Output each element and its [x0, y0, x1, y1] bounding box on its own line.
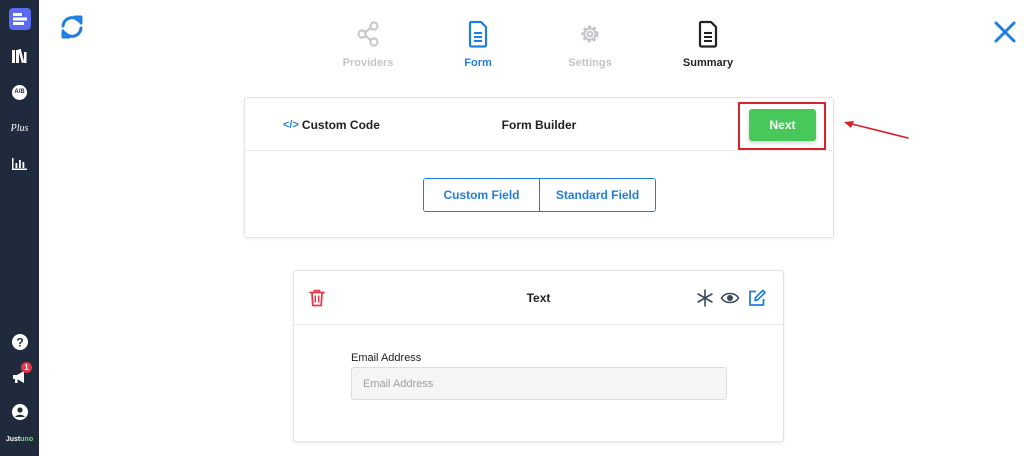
asterisk-icon[interactable]	[695, 288, 715, 308]
brand-logo: Justuno	[5, 436, 34, 443]
share-icon	[357, 21, 379, 47]
svg-text:?: ?	[16, 336, 23, 350]
app-root: A/B Plus ? 1 Justuno Providers Form Sett…	[0, 0, 1024, 456]
field-type-toggle: Custom Field Standard Field	[423, 178, 656, 212]
step-settings[interactable]: Settings	[540, 20, 640, 69]
sidebar-item-account[interactable]	[0, 399, 39, 425]
step-label: Providers	[342, 57, 394, 69]
notification-badge: 1	[21, 362, 32, 373]
sidebar-item-announcements[interactable]: 1	[0, 362, 39, 390]
document-icon	[698, 20, 718, 48]
step-label: Summary	[682, 57, 734, 69]
step-label: Settings	[568, 57, 612, 69]
step-summary[interactable]: Summary	[658, 20, 758, 69]
sidebar-item-help[interactable]: ?	[0, 329, 39, 355]
account-icon	[11, 404, 28, 420]
annotation-arrow	[844, 121, 909, 139]
document-icon	[468, 20, 488, 48]
step-form[interactable]: Form	[428, 20, 528, 69]
standard-field-button[interactable]: Standard Field	[539, 179, 655, 211]
ab-test-icon: A/B	[12, 84, 27, 100]
edit-icon[interactable]	[747, 288, 767, 308]
sidebar-item-ab-test[interactable]: A/B	[0, 79, 39, 105]
analytics-icon	[12, 158, 27, 170]
form-builder-card: </> Custom Code Form Builder Next Custom…	[244, 97, 834, 238]
plus-icon: Plus	[10, 122, 29, 134]
sidebar-item-analytics[interactable]	[0, 151, 39, 177]
step-providers[interactable]: Providers	[318, 20, 418, 69]
help-icon: ?	[11, 334, 28, 350]
custom-field-button[interactable]: Custom Field	[424, 179, 539, 211]
email-address-input[interactable]	[351, 367, 727, 400]
highlight-box: Next	[738, 102, 826, 150]
sidebar-item-plus[interactable]: Plus	[0, 115, 39, 141]
next-button[interactable]: Next	[749, 109, 816, 141]
wizard-steps: Providers Form Settings Summary	[0, 20, 1024, 80]
form-builder-header: </> Custom Code Form Builder Next	[245, 98, 833, 151]
gear-icon	[581, 25, 599, 43]
email-address-label: Email Address	[351, 352, 422, 364]
eye-icon[interactable]	[720, 288, 740, 308]
field-card-header: Text	[294, 271, 783, 325]
step-label: Form	[464, 57, 492, 69]
field-card: Text Email Address	[293, 270, 784, 442]
